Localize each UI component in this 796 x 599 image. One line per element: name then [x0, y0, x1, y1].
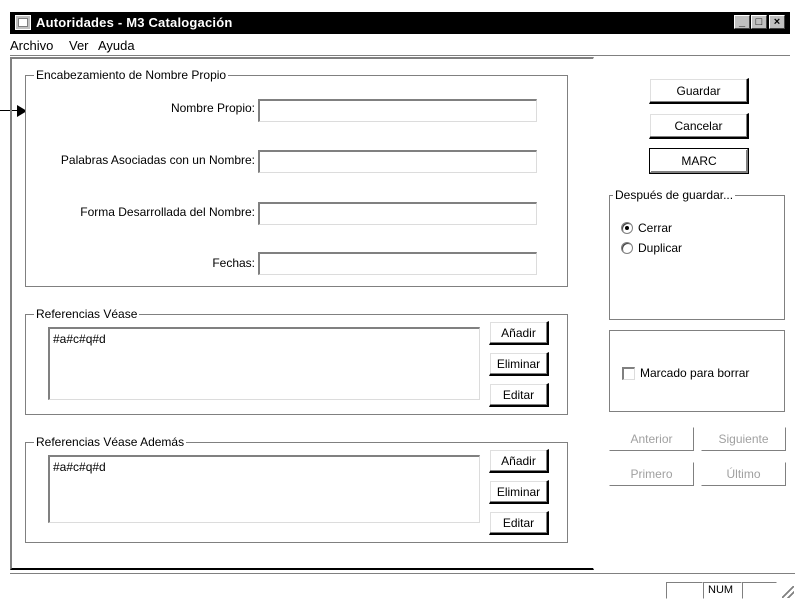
cancel-button[interactable]: Cancelar — [649, 113, 749, 139]
see-also-refs-group-label: Referencias Véase Además — [34, 435, 187, 449]
after-save-group-label: Después de guardar... — [613, 188, 736, 202]
field-label-nombre-propio: Nombre Propio: — [170, 101, 255, 115]
forma-desarrollada-input[interactable] — [258, 202, 537, 225]
save-button[interactable]: Guardar — [649, 78, 749, 104]
delete-mark-checkbox[interactable] — [622, 367, 635, 380]
radio-cerrar-label: Cerrar — [638, 221, 673, 235]
palabras-asociadas-input[interactable] — [258, 150, 537, 173]
title-bar[interactable]: Autoridades - M3 Catalogación _ □ × — [10, 12, 790, 34]
see-refs-delete-button[interactable]: Eliminar — [489, 352, 549, 376]
radio-duplicar-label: Duplicar — [638, 241, 683, 255]
see-also-refs-edit-button[interactable]: Editar — [489, 511, 549, 535]
app-document-icon — [15, 15, 31, 30]
close-button[interactable]: × — [769, 15, 785, 29]
maximize-button[interactable]: □ — [751, 15, 767, 29]
next-button[interactable]: Siguiente — [701, 427, 786, 451]
field-label-fechas: Fechas: — [212, 256, 255, 270]
minimize-icon: _ — [738, 16, 746, 28]
field-label-forma-desarrollada: Forma Desarrollada del Nombre: — [80, 205, 255, 219]
minimize-button[interactable]: _ — [734, 15, 750, 29]
fechas-input[interactable] — [258, 252, 537, 275]
radio-duplicar[interactable] — [621, 242, 633, 254]
radio-cerrar[interactable] — [621, 222, 633, 234]
see-refs-textarea[interactable]: #a#c#q#d — [48, 327, 480, 400]
status-panel-empty-2 — [742, 582, 777, 599]
after-save-group: Después de guardar... — [609, 188, 785, 320]
delete-mark-label: Marcado para borrar — [640, 366, 750, 380]
marc-button[interactable]: MARC — [649, 148, 749, 174]
menu-bar: Archivo Ver Ayuda — [10, 34, 790, 56]
previous-button[interactable]: Anterior — [609, 427, 694, 451]
menu-ver[interactable]: Ver — [69, 38, 89, 53]
see-also-refs-delete-button[interactable]: Eliminar — [489, 480, 549, 504]
status-num-indicator: NUM — [703, 582, 742, 599]
status-panel-empty — [666, 582, 703, 599]
status-panel-main — [10, 582, 595, 599]
resize-grip-icon[interactable] — [782, 586, 794, 598]
field-label-palabras-asociadas: Palabras Asociadas con un Nombre: — [60, 153, 255, 167]
menu-archivo[interactable]: Archivo — [10, 38, 53, 53]
nombre-propio-input[interactable] — [258, 99, 537, 122]
see-refs-edit-button[interactable]: Editar — [489, 383, 549, 407]
status-bar: NUM — [10, 573, 795, 599]
last-button[interactable]: Último — [701, 462, 786, 486]
heading-group-label: Encabezamiento de Nombre Propio — [34, 68, 229, 82]
window-title: Autoridades - M3 Catalogación — [36, 15, 233, 30]
maximize-icon: □ — [755, 16, 763, 28]
see-refs-add-button[interactable]: Añadir — [489, 321, 549, 345]
menu-ayuda[interactable]: Ayuda — [98, 38, 135, 53]
first-button[interactable]: Primero — [609, 462, 694, 486]
see-also-refs-textarea[interactable]: #a#c#q#d — [48, 455, 480, 523]
see-also-refs-add-button[interactable]: Añadir — [489, 449, 549, 473]
radio-selected-dot — [625, 226, 629, 230]
see-refs-group-label: Referencias Véase — [34, 307, 140, 321]
close-icon: × — [773, 16, 781, 28]
